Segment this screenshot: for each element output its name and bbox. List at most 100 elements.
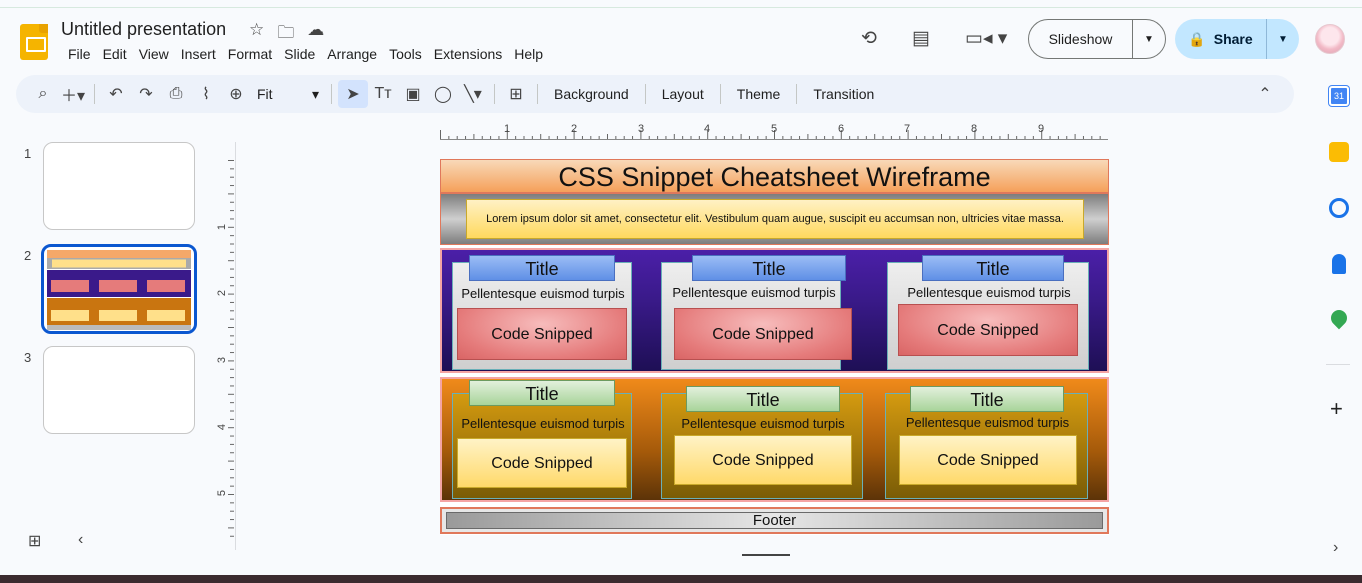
chevron-down-icon[interactable]: ▼ <box>1133 34 1165 45</box>
code-block[interactable]: Code Snipped <box>674 308 852 360</box>
code-block[interactable]: Code Snipped <box>899 435 1077 485</box>
snippet-row-1[interactable]: Title Pellentesque euismod turpis Code S… <box>440 248 1109 373</box>
expand-panel-icon[interactable]: › <box>1333 539 1338 557</box>
menu-tools[interactable]: Tools <box>383 45 428 63</box>
comments-icon[interactable]: ▤ <box>912 27 930 50</box>
ruler-label: 2 <box>571 123 578 135</box>
notes-resize-handle[interactable] <box>742 554 790 556</box>
shape-icon[interactable]: ◯ <box>428 80 458 108</box>
zoom-icon[interactable]: ⊕ <box>221 80 251 108</box>
intro-text[interactable]: Lorem ipsum dolor sit amet, consectetur … <box>466 199 1084 239</box>
snippet-card[interactable]: Title Pellentesque euismod turpis Code S… <box>452 380 633 499</box>
snippet-card[interactable]: Title Pellentesque euismod turpis Code S… <box>661 386 864 499</box>
ruler-label: 9 <box>1038 123 1045 135</box>
slides-logo-icon[interactable] <box>20 24 48 60</box>
vertical-ruler[interactable] <box>214 160 234 540</box>
menu-extensions[interactable]: Extensions <box>428 45 508 63</box>
card-subtitle[interactable]: Pellentesque euismod turpis <box>888 285 1090 300</box>
slideshow-button[interactable]: Slideshow ▼ <box>1028 19 1166 59</box>
version-history-icon[interactable]: ⟲ <box>861 27 877 50</box>
snippet-card[interactable]: Title Pellentesque euismod turpis Code S… <box>661 255 852 370</box>
contacts-icon[interactable] <box>1332 254 1346 274</box>
ruler-label: 5 <box>771 123 778 135</box>
ruler-label: 2 <box>216 289 229 297</box>
background-button[interactable]: Background <box>544 80 639 108</box>
line-icon[interactable]: ╲▾ <box>458 80 488 108</box>
undo-icon[interactable]: ↶ <box>101 80 131 108</box>
taskbar-edge <box>0 575 1362 583</box>
card-title[interactable]: Title <box>910 386 1064 412</box>
slide-thumbnail-1[interactable] <box>43 142 195 230</box>
maps-icon[interactable] <box>1327 306 1351 330</box>
slide-thumbnail-3[interactable] <box>43 346 195 434</box>
menu-arrange[interactable]: Arrange <box>321 45 383 63</box>
new-slide-icon[interactable]: ＋▾ <box>58 80 88 108</box>
card-title[interactable]: Title <box>692 255 846 281</box>
tasks-icon[interactable] <box>1329 198 1349 218</box>
slide-canvas[interactable]: CSS Snippet Cheatsheet Wireframe Lorem i… <box>440 159 1109 535</box>
card-subtitle[interactable]: Pellentesque euismod turpis <box>453 286 633 301</box>
snippet-card[interactable]: Title Pellentesque euismod turpis Code S… <box>887 255 1090 370</box>
add-icon[interactable]: + <box>1330 396 1343 422</box>
code-block[interactable]: Code Snipped <box>457 438 627 488</box>
snippet-card[interactable]: Title Pellentesque euismod turpis Code S… <box>885 386 1089 499</box>
menu-format[interactable]: Format <box>222 45 278 63</box>
menu-view[interactable]: View <box>133 45 175 63</box>
collapse-filmstrip-icon[interactable]: ‹ <box>78 531 83 549</box>
transition-button[interactable]: Transition <box>803 80 884 108</box>
search-menus-icon[interactable]: ⌕ <box>28 80 58 108</box>
intro-band[interactable]: Lorem ipsum dolor sit amet, consectetur … <box>440 193 1109 245</box>
layout-button[interactable]: Layout <box>652 80 714 108</box>
collapse-toolbar-icon[interactable]: ⌃ <box>1250 80 1280 108</box>
slide-footer-band[interactable]: Footer <box>440 507 1109 534</box>
select-cursor-icon[interactable]: ➤ <box>338 80 368 108</box>
theme-button[interactable]: Theme <box>727 80 791 108</box>
ruler-label: 3 <box>216 356 229 364</box>
card-subtitle[interactable]: Pellentesque euismod turpis <box>662 416 864 431</box>
image-icon[interactable]: ▣ <box>398 80 428 108</box>
card-title[interactable]: Title <box>469 255 615 281</box>
grid-view-icon[interactable]: ⊞ <box>28 531 41 551</box>
chevron-down-icon[interactable]: ▼ <box>1267 34 1299 45</box>
ruler-label: 1 <box>216 223 229 231</box>
print-icon[interactable]: ⎙ <box>161 80 191 108</box>
share-button[interactable]: 🔒 Share ▼ <box>1175 19 1299 59</box>
divider <box>644 84 646 104</box>
card-title[interactable]: Title <box>922 255 1064 281</box>
ruler-label: 7 <box>904 123 911 135</box>
code-block[interactable]: Code Snipped <box>457 308 627 360</box>
meet-camera-icon[interactable]: ▭◂ ▾ <box>965 27 1007 50</box>
menu-edit[interactable]: Edit <box>97 45 133 63</box>
redo-icon[interactable]: ↷ <box>131 80 161 108</box>
card-title[interactable]: Title <box>469 380 615 406</box>
card-subtitle[interactable]: Pellentesque euismod turpis <box>664 285 844 300</box>
zoom-select[interactable]: Fit ▾ <box>251 80 325 108</box>
keep-icon[interactable] <box>1329 142 1349 162</box>
code-block[interactable]: Code Snipped <box>674 435 852 485</box>
snippet-row-2[interactable]: Title Pellentesque euismod turpis Code S… <box>440 377 1109 502</box>
ruler-label: 4 <box>704 123 711 135</box>
ruler-label: 1 <box>504 123 511 135</box>
snippet-card[interactable]: Title Pellentesque euismod turpis Code S… <box>452 255 633 370</box>
paint-format-icon[interactable]: ⌇ <box>191 80 221 108</box>
calendar-icon[interactable]: 31 <box>1329 86 1349 106</box>
divider <box>94 84 95 104</box>
card-title[interactable]: Title <box>686 386 840 412</box>
menu-help[interactable]: Help <box>508 45 549 63</box>
avatar[interactable] <box>1315 24 1345 54</box>
zoom-value: Fit <box>257 86 273 102</box>
card-subtitle[interactable]: Pellentesque euismod turpis <box>453 416 633 431</box>
footer-text[interactable]: Footer <box>446 512 1103 529</box>
slide-title[interactable]: CSS Snippet Cheatsheet Wireframe <box>440 159 1109 193</box>
add-comment-icon[interactable]: ⊞ <box>501 80 531 108</box>
menu-file[interactable]: File <box>62 45 97 63</box>
menu-slide[interactable]: Slide <box>278 45 321 63</box>
text-box-icon[interactable]: Tт <box>368 80 398 108</box>
code-block[interactable]: Code Snipped <box>898 304 1078 356</box>
slide-number: 3 <box>24 350 32 365</box>
document-title[interactable]: Untitled presentation <box>61 19 226 40</box>
slideshow-label[interactable]: Slideshow <box>1029 20 1133 58</box>
card-subtitle[interactable]: Pellentesque euismod turpis <box>886 415 1089 430</box>
menu-insert[interactable]: Insert <box>175 45 222 63</box>
slide-thumbnail-2[interactable] <box>41 244 197 334</box>
